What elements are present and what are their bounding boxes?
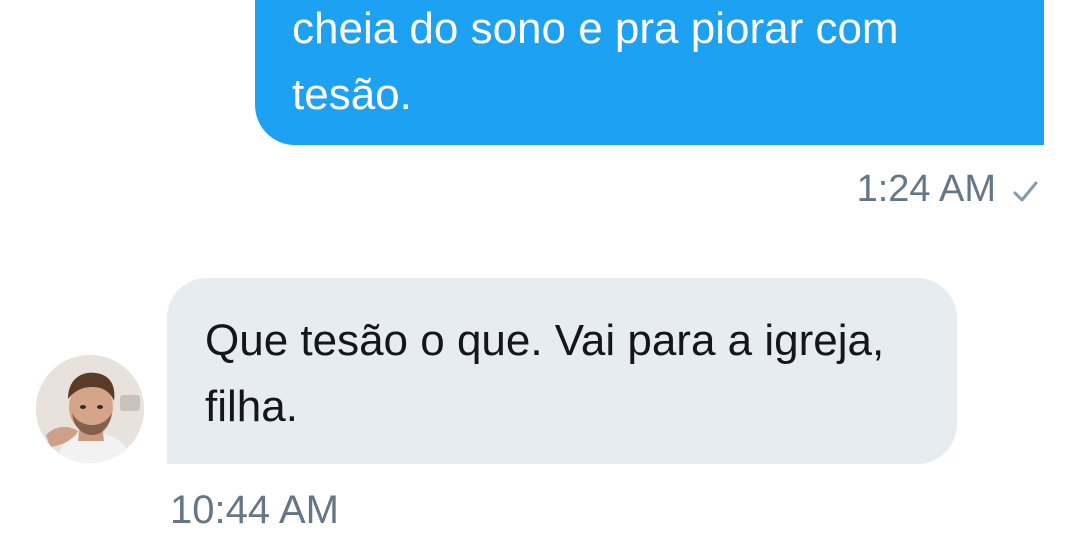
- outgoing-message-bubble[interactable]: cheia do sono e pra piorar com tesão.: [255, 0, 1044, 145]
- avatar[interactable]: [36, 355, 144, 463]
- outgoing-message-text: cheia do sono e pra piorar com tesão.: [292, 4, 899, 119]
- outgoing-message-meta: 1:24 AM: [857, 166, 1040, 212]
- outgoing-message-timestamp: 1:24 AM: [856, 167, 996, 210]
- incoming-message-timestamp: 10:44 AM: [170, 488, 340, 532]
- dm-conversation: cheia do sono e pra piorar com tesão. 1:…: [0, 0, 1080, 534]
- incoming-message-text: Que tesão o que. Vai para a igreja, filh…: [205, 316, 885, 431]
- check-icon: [1010, 174, 1040, 204]
- incoming-message-bubble[interactable]: Que tesão o que. Vai para a igreja, filh…: [167, 278, 957, 464]
